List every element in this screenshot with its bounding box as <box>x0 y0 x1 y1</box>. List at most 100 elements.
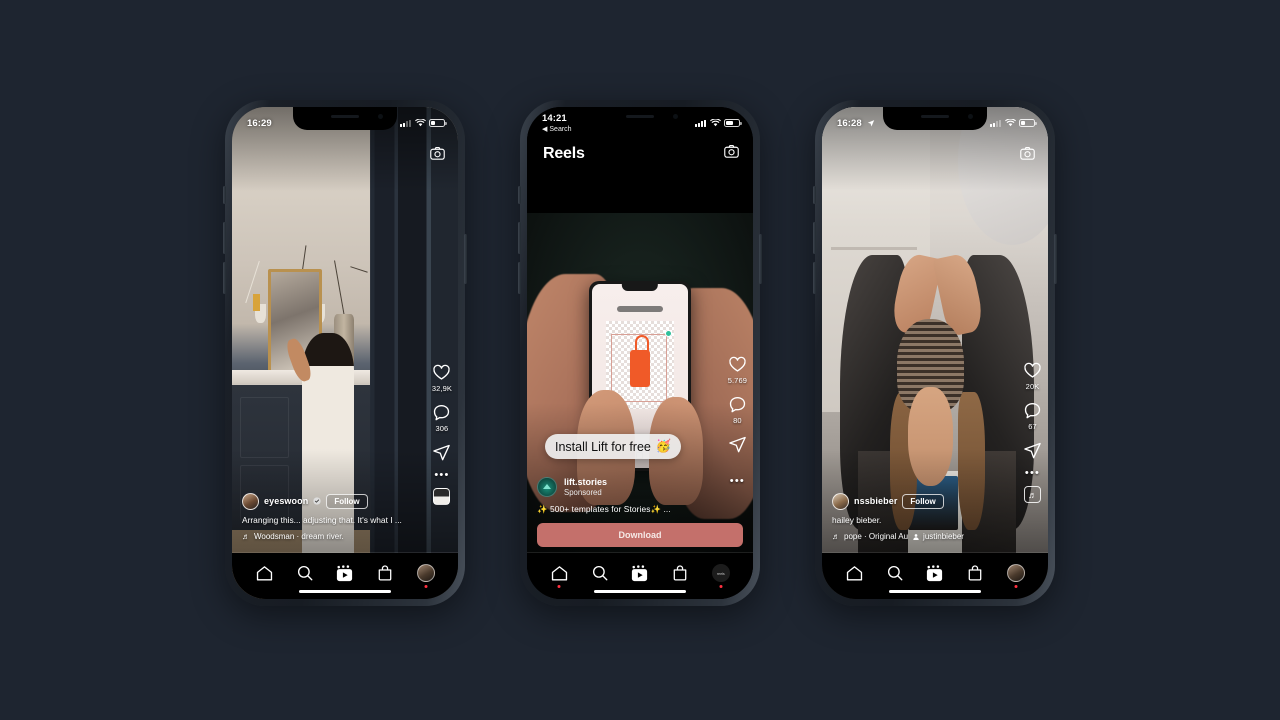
like-action[interactable]: 32,9K <box>432 363 452 393</box>
ad-account-name[interactable]: lift.stories <box>564 477 607 488</box>
action-rail-right: 20K 67 ••• ♬ <box>1023 361 1042 513</box>
post-caption[interactable]: hailey bieber. <box>832 515 1004 526</box>
like-count: 32,9K <box>431 384 452 393</box>
comment-count: 80 <box>733 416 742 425</box>
audio-title: Woodsman · dream river. <box>254 532 344 541</box>
tab-search[interactable] <box>587 562 613 584</box>
share-icon[interactable] <box>432 443 451 462</box>
tagged-username: justinbieber <box>923 532 964 541</box>
phone-right-screen: 16:28 20K 67 ••• ♬ nssbieber Follow hail… <box>822 107 1048 599</box>
volume-down-button[interactable] <box>813 262 816 294</box>
power-button[interactable] <box>1054 234 1057 284</box>
comment-action[interactable]: 67 <box>1023 401 1042 431</box>
share-icon[interactable] <box>1023 441 1042 460</box>
action-rail-middle: 5.769 80 ••• <box>728 355 747 494</box>
tagged-user[interactable]: justinbieber <box>912 532 964 541</box>
camera-icon[interactable] <box>723 143 740 165</box>
tab-profile[interactable] <box>413 562 439 588</box>
like-action[interactable]: 20K <box>1023 361 1042 391</box>
music-note-icon: ♬ <box>832 532 840 541</box>
notification-dot <box>557 585 561 588</box>
volume-up-button[interactable] <box>518 222 521 254</box>
ad-cta-bubble[interactable]: Install Lift for free 🥳 <box>545 434 682 459</box>
audio-cover-thumbnail[interactable] <box>433 488 451 505</box>
camera-icon[interactable] <box>1019 145 1036 162</box>
avatar[interactable] <box>832 492 849 510</box>
home-indicator[interactable] <box>594 589 686 593</box>
tab-home[interactable] <box>546 562 572 588</box>
tab-shop[interactable] <box>667 562 693 584</box>
username[interactable]: eyeswoon <box>264 496 308 506</box>
device-notch <box>293 107 397 130</box>
page-title: Reels <box>543 145 585 162</box>
action-rail-left: 32,9K 306 ••• <box>432 363 452 515</box>
home-indicator[interactable] <box>889 589 981 593</box>
ad-caption[interactable]: ✨ 500+ templates for Stories✨ ... <box>537 504 743 515</box>
device-notch <box>588 107 692 130</box>
ad-bubble-text: Install Lift for free <box>555 439 651 454</box>
party-face-emoji: 🥳 <box>655 439 672 453</box>
power-button[interactable] <box>759 234 762 284</box>
tab-profile[interactable]: reels <box>708 562 734 588</box>
comment-action[interactable]: 80 <box>728 395 747 425</box>
tab-reels[interactable] <box>627 562 653 584</box>
profile-avatar <box>416 564 435 582</box>
more-options-icon[interactable]: ••• <box>434 470 449 481</box>
sponsored-label: Sponsored <box>564 487 602 497</box>
volume-down-button[interactable] <box>518 262 521 294</box>
comment-action[interactable]: 306 <box>432 403 451 433</box>
audio-title: pope · Original Au <box>844 532 909 541</box>
phone-middle-screen: 14:21 ◀ Search Reels 5.769 80 ••• Instal… <box>527 107 753 599</box>
tab-search[interactable] <box>292 562 318 584</box>
mute-switch[interactable] <box>223 186 226 204</box>
ad-avatar[interactable] <box>537 477 557 498</box>
reels-avatar: reels <box>711 564 730 582</box>
tab-shop[interactable] <box>962 562 988 584</box>
post-caption[interactable]: Arranging this... adjusting that. It's w… <box>242 515 414 526</box>
follow-button[interactable]: Follow <box>902 493 944 509</box>
post-info-right: nssbieber Follow hailey bieber. ♬ pope ·… <box>832 492 1004 541</box>
ad-account-row[interactable]: lift.stories Sponsored <box>537 477 743 498</box>
audio-note-thumbnail[interactable]: ♬ <box>1024 486 1041 503</box>
tab-home[interactable] <box>251 562 277 584</box>
mute-switch[interactable] <box>518 186 521 204</box>
tab-shop[interactable] <box>372 562 398 584</box>
like-count: 20K <box>1025 382 1040 391</box>
comment-count: 306 <box>435 424 449 433</box>
tab-search[interactable] <box>882 562 908 584</box>
verified-badge-icon <box>313 497 321 505</box>
mute-switch[interactable] <box>813 186 816 204</box>
subject-face <box>907 387 954 486</box>
more-options-icon[interactable]: ••• <box>1025 468 1040 479</box>
phone-left-screen: 16:29 32,9K 306 ••• eyeswoon Follow Arra… <box>232 107 458 599</box>
screenshot-canvas: 16:29 32,9K 306 ••• eyeswoon Follow Arra… <box>0 0 1280 720</box>
sponsored-ad-block: lift.stories Sponsored ✨ 500+ templates … <box>537 477 743 547</box>
tab-reels[interactable] <box>332 562 358 584</box>
power-button[interactable] <box>464 234 467 284</box>
orange-handbag-graphic <box>630 334 650 388</box>
volume-down-button[interactable] <box>223 262 226 294</box>
phone-left: 16:29 32,9K 306 ••• eyeswoon Follow Arra… <box>223 100 467 606</box>
camera-icon[interactable] <box>429 145 446 162</box>
username[interactable]: nssbieber <box>854 496 897 506</box>
download-button[interactable]: Download <box>537 523 743 547</box>
post-user-row: nssbieber Follow <box>832 492 1004 510</box>
audio-row[interactable]: ♬ Woodsman · dream river. <box>242 532 414 541</box>
tab-reels[interactable] <box>922 562 948 584</box>
home-indicator[interactable] <box>299 589 391 593</box>
tab-profile[interactable] <box>1003 562 1029 588</box>
volume-up-button[interactable] <box>813 222 816 254</box>
like-count: 5.769 <box>727 376 747 385</box>
reels-header: Reels <box>527 137 753 171</box>
device-notch <box>883 107 987 130</box>
follow-button[interactable]: Follow <box>326 493 368 509</box>
audio-row[interactable]: ♬ pope · Original Au justinbieber <box>832 532 1004 541</box>
post-info-left: eyeswoon Follow Arranging this... adjust… <box>242 492 414 541</box>
volume-up-button[interactable] <box>223 222 226 254</box>
tab-home[interactable] <box>841 562 867 584</box>
comment-count: 67 <box>1028 422 1037 431</box>
avatar[interactable] <box>242 492 259 510</box>
share-icon[interactable] <box>728 435 747 454</box>
notification-dot <box>424 585 428 588</box>
like-action[interactable]: 5.769 <box>728 355 747 385</box>
